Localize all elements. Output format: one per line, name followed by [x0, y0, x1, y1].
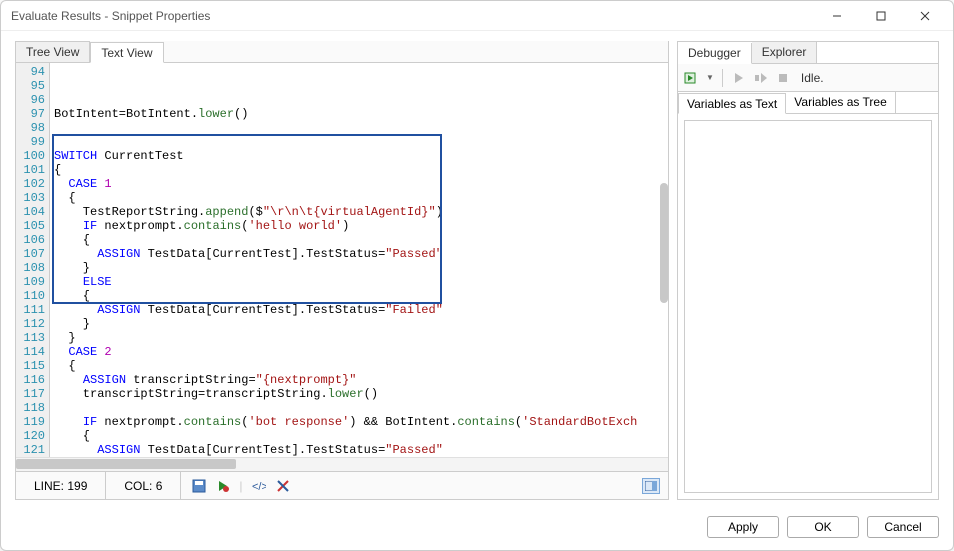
status-line: LINE: 199	[16, 472, 106, 499]
cancel-button[interactable]: Cancel	[867, 516, 939, 538]
tab-tree-view[interactable]: Tree View	[16, 41, 90, 62]
tab-vars-text[interactable]: Variables as Text	[678, 93, 786, 114]
scroll-thumb[interactable]	[16, 459, 236, 469]
tab-debugger[interactable]: Debugger	[678, 43, 752, 64]
status-col: COL: 6	[106, 472, 181, 499]
minimize-button[interactable]	[815, 2, 859, 30]
close-button[interactable]	[903, 2, 947, 30]
variable-tabs: Variables as Text Variables as Tree	[678, 92, 938, 114]
svg-text:</>: </>	[252, 481, 266, 493]
code-editor[interactable]: 9495969798991001011021031041051061071081…	[16, 63, 668, 457]
right-panel: Debugger Explorer ▼ Idle. Variables as	[677, 41, 939, 500]
dropdown-arrow-icon[interactable]: ▼	[706, 73, 714, 82]
tools-icon[interactable]	[275, 478, 291, 494]
ok-button[interactable]: OK	[787, 516, 859, 538]
titlebar: Evaluate Results - Snippet Properties	[1, 1, 953, 31]
run-icon[interactable]	[215, 478, 231, 494]
save-icon[interactable]	[191, 478, 207, 494]
debugger-body: ▼ Idle. Variables as Text Variables as T…	[677, 63, 939, 500]
status-icons: | </>	[181, 478, 300, 494]
dialog-buttons: Apply OK Cancel	[1, 510, 953, 550]
status-bar: LINE: 199 COL: 6 | </>	[16, 471, 668, 499]
tab-vars-tree[interactable]: Variables as Tree	[786, 92, 896, 113]
window-title: Evaluate Results - Snippet Properties	[11, 9, 815, 23]
content: Tree View Text View 94959697989910010110…	[1, 31, 953, 510]
code-lines[interactable]: BotIntent=BotIntent.lower()SWITCH Curren…	[50, 63, 668, 457]
play-icon[interactable]	[731, 70, 747, 86]
separator: |	[239, 479, 242, 493]
layout-icon[interactable]	[642, 478, 660, 494]
window: Evaluate Results - Snippet Properties Tr…	[0, 0, 954, 551]
apply-button[interactable]: Apply	[707, 516, 779, 538]
horizontal-scrollbar[interactable]	[16, 457, 668, 471]
code-icon[interactable]: </>	[251, 478, 267, 494]
tab-explorer[interactable]: Explorer	[752, 42, 818, 63]
view-tabs: Tree View Text View	[16, 41, 668, 63]
debug-toolbar: ▼ Idle.	[678, 64, 938, 92]
tab-text-view[interactable]: Text View	[90, 42, 163, 63]
main-area: Tree View Text View 94959697989910010110…	[15, 41, 939, 500]
start-debug-icon[interactable]	[684, 70, 700, 86]
toolbar-separator	[722, 69, 723, 87]
stop-icon[interactable]	[775, 70, 791, 86]
maximize-button[interactable]	[859, 2, 903, 30]
line-number-gutter: 9495969798991001011021031041051061071081…	[16, 63, 50, 457]
vertical-scrollbar[interactable]	[660, 183, 668, 303]
right-tabs: Debugger Explorer	[677, 41, 939, 63]
debug-status: Idle.	[801, 71, 824, 85]
left-panel: Tree View Text View 94959697989910010110…	[15, 41, 669, 500]
variables-panel[interactable]	[684, 120, 932, 493]
step-icon[interactable]	[753, 70, 769, 86]
